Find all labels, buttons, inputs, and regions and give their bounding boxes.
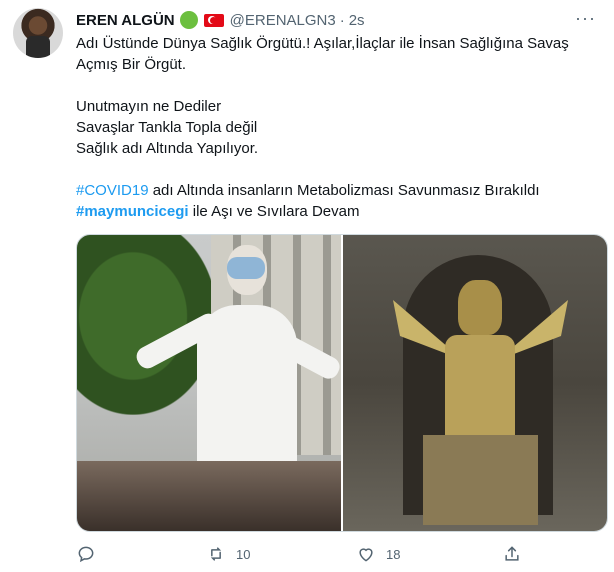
share-icon xyxy=(505,546,519,561)
reply-icon xyxy=(78,546,94,563)
timestamp[interactable]: 2s xyxy=(349,12,365,29)
status-badge xyxy=(179,11,198,29)
retweet-count: 10 xyxy=(236,546,251,562)
hashtag-covid19[interactable]: #COVID19 xyxy=(76,182,149,199)
avatar[interactable] xyxy=(13,8,63,58)
text-line: Açmış Bir Örgüt. xyxy=(76,56,187,73)
text-line: Savaşlar Tankla Topla değil xyxy=(76,119,258,136)
statue-coat-shape xyxy=(197,305,297,475)
media-image-idol[interactable] xyxy=(343,235,607,531)
text-line: #COVID19 adı Altında insanların Metaboli… xyxy=(76,180,596,201)
throne-shape xyxy=(423,435,538,525)
reply-button[interactable] xyxy=(76,544,106,564)
share-button[interactable] xyxy=(502,544,532,564)
text-line: Unutmayın ne Dediler xyxy=(76,98,222,115)
text-span: ile Aşı ve Sıvılara Devam xyxy=(188,203,360,220)
tweet-header: EREN ALGÜN @ERENALGN3 · 2s xyxy=(76,10,365,30)
idol-head-shape xyxy=(458,280,502,335)
crowd-shape xyxy=(77,461,341,531)
like-button[interactable]: 18 xyxy=(356,544,400,564)
text-line: #maymuncicegi ile Aşı ve Sıvılara Devam xyxy=(76,201,596,222)
like-count: 18 xyxy=(386,546,401,562)
heart-icon xyxy=(359,548,373,562)
author-name[interactable]: EREN ALGÜN xyxy=(76,12,175,29)
tweet-card[interactable]: EREN ALGÜN @ERENALGN3 · 2s ··· Adı Üstün… xyxy=(0,0,614,572)
retweet-icon xyxy=(210,547,222,561)
tweet-text: Adı Üstünde Dünya Sağlık Örgütü.! Aşılar… xyxy=(76,33,596,222)
media-grid xyxy=(76,234,608,532)
media-image-statue[interactable] xyxy=(77,235,341,531)
turkey-flag-icon xyxy=(203,13,224,27)
more-icon[interactable]: ··· xyxy=(575,8,596,29)
action-bar: 10 18 xyxy=(76,541,526,567)
author-handle[interactable]: @ERENALGN3 xyxy=(230,12,336,29)
text-line: Sağlık adı Altında Yapılıyor. xyxy=(76,140,259,157)
statue-mask-shape xyxy=(227,257,265,279)
hashtag-maymuncicegi[interactable]: #maymuncicegi xyxy=(76,203,189,220)
text-span: adı Altında insanların Metabolizması Sav… xyxy=(148,182,540,199)
retweet-button[interactable]: 10 xyxy=(206,544,250,564)
text-line: Adı Üstünde Dünya Sağlık Örgütü.! Aşılar… xyxy=(76,35,569,52)
separator-dot: · xyxy=(339,11,345,29)
avatar-figure xyxy=(26,36,50,58)
